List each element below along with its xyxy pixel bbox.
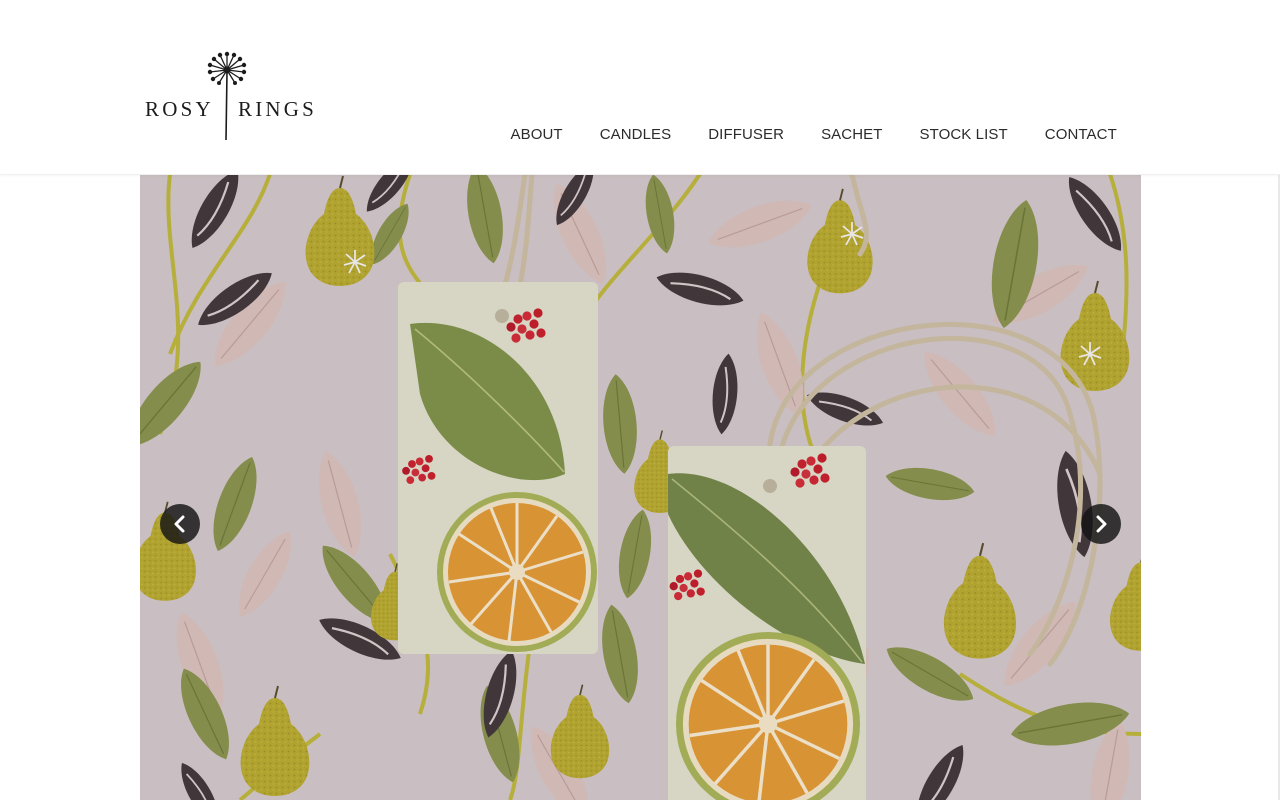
nav-sachet[interactable]: SACHET xyxy=(803,124,901,146)
nav-stock-list[interactable]: STOCK LIST xyxy=(901,124,1026,146)
nav-contact[interactable]: CONTACT xyxy=(1026,124,1135,146)
wax-sachet-right xyxy=(668,446,866,800)
hero-slider xyxy=(140,174,1141,800)
nav-about[interactable]: ABOUT xyxy=(492,124,581,146)
chevron-right-icon xyxy=(1096,515,1107,533)
brand-name-left: ROSY xyxy=(145,97,214,121)
nav-diffuser[interactable]: DIFFUSER xyxy=(690,124,803,146)
hero-image xyxy=(140,174,1141,800)
wax-sachet-left xyxy=(398,282,599,654)
slider-prev-button[interactable] xyxy=(160,504,200,544)
page: ROSY RINGS ABOUT CANDLES DIFFUSER SACHET… xyxy=(0,0,1280,800)
nav-candles[interactable]: CANDLES xyxy=(581,124,690,146)
brand-logo[interactable]: ROSY RINGS xyxy=(140,50,330,145)
chevron-left-icon xyxy=(174,515,185,533)
brand-name-right: RINGS xyxy=(238,97,318,121)
main-nav: ABOUT CANDLES DIFFUSER SACHET STOCK LIST… xyxy=(492,124,1135,146)
slider-next-button[interactable] xyxy=(1081,504,1121,544)
site-header: ROSY RINGS ABOUT CANDLES DIFFUSER SACHET… xyxy=(0,0,1280,175)
